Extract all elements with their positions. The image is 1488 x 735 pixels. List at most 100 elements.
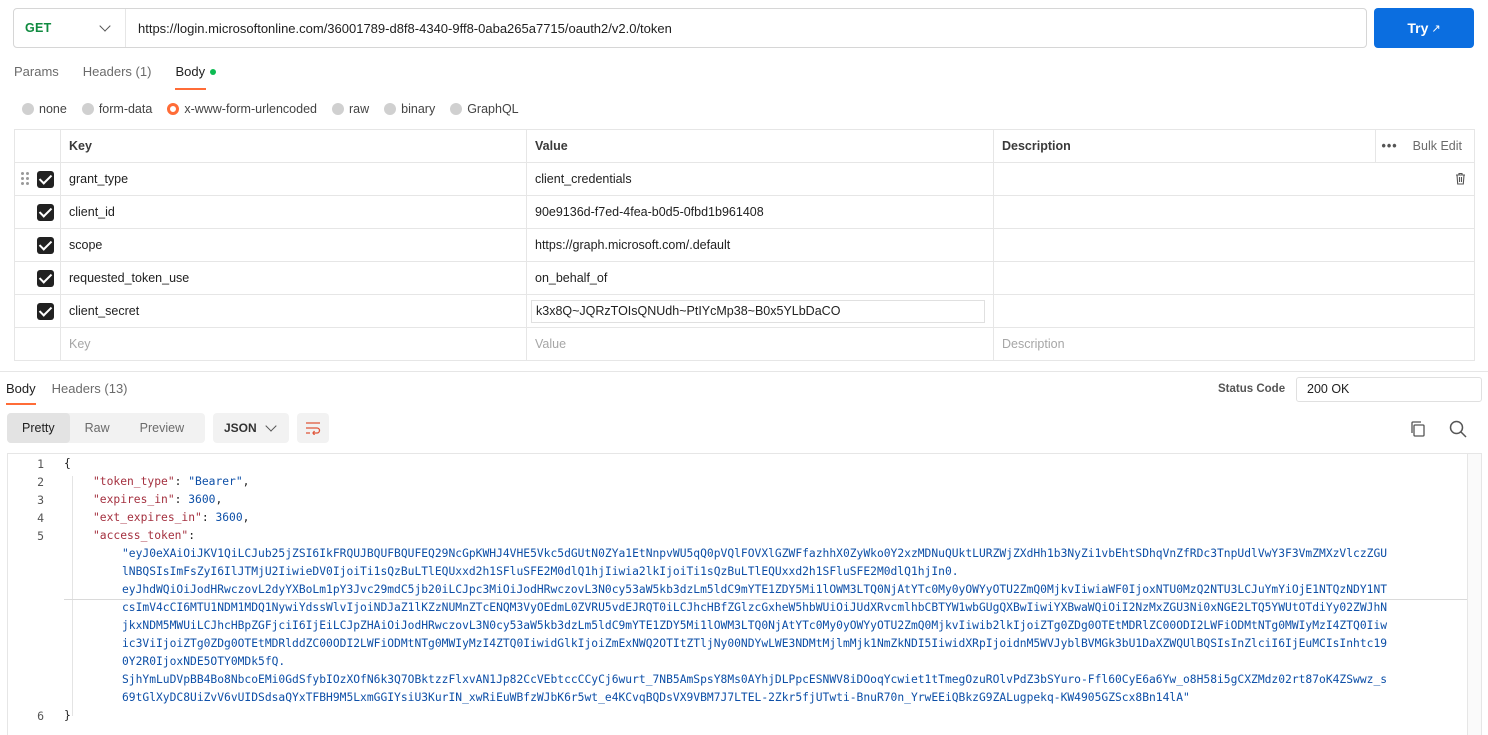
tab-body[interactable]: Body: [175, 64, 217, 90]
tab-params-label: Params: [14, 64, 59, 79]
radio-label: none: [39, 102, 67, 116]
row-description[interactable]: [993, 162, 1475, 196]
line-number: 5: [37, 529, 44, 543]
view-preview[interactable]: Preview: [125, 413, 199, 443]
trash-icon[interactable]: [1455, 172, 1466, 185]
chevron-down-icon: [99, 20, 111, 32]
table-row: scope https://graph.microsoft.com/.defau…: [14, 228, 1475, 262]
drag-handle-icon[interactable]: [21, 172, 29, 186]
new-key-input[interactable]: Key: [60, 327, 527, 361]
response-tab-headers[interactable]: Headers (13): [52, 381, 128, 405]
response-tab-body[interactable]: Body: [6, 381, 36, 405]
header-key: Key: [60, 129, 527, 163]
header-description-cell: Description ••• Bulk Edit: [993, 129, 1475, 163]
json-value: 3600: [215, 511, 243, 524]
radio-x-www-form-urlencoded[interactable]: x-www-form-urlencoded: [167, 102, 317, 116]
response-view-selector: Pretty Raw Preview: [7, 413, 205, 443]
response-body-code[interactable]: 1 { 2 "token_type": "Bearer", 3 "expires…: [7, 453, 1482, 735]
radio-circle-icon: [81, 103, 94, 115]
row-key[interactable]: client_secret: [60, 294, 527, 328]
search-icon[interactable]: [1448, 419, 1468, 439]
row-value-input[interactable]: k3x8Q~JQRzTOIsQNUdh~PtIYcMp38~B0x5YLbDaC…: [531, 299, 985, 323]
row-key[interactable]: grant_type: [60, 162, 527, 196]
body-type-radios: none form-data x-www-form-urlencoded raw…: [22, 101, 519, 117]
radio-graphql[interactable]: GraphQL: [450, 102, 519, 116]
code-line: "token_type": "Bearer",: [93, 475, 250, 488]
row-checkbox[interactable]: [37, 204, 54, 221]
row-key[interactable]: scope: [60, 228, 527, 262]
status-code-label: Status Code: [1218, 383, 1286, 395]
row-checkbox[interactable]: [37, 237, 54, 254]
code-line: "ext_expires_in": 3600,: [93, 511, 250, 524]
radio-form-data[interactable]: form-data: [81, 102, 153, 116]
url-input[interactable]: [126, 9, 1366, 47]
header-value: Value: [526, 129, 994, 163]
code-line: }: [64, 709, 71, 722]
table-row-new: Key Value Description: [14, 327, 1475, 361]
row-value[interactable]: on_behalf_of: [526, 261, 994, 295]
table-header-row: Key Value Description ••• Bulk Edit: [14, 129, 1475, 163]
token-line: lNBQSIsImFsZyI6IlJTMjU2IiwieDV0IjoiTi1sQ…: [122, 565, 959, 578]
json-key: "expires_in": [93, 493, 175, 506]
request-url-bar: GET: [13, 8, 1367, 48]
try-button[interactable]: Try ↗: [1374, 8, 1474, 48]
line-number: 2: [37, 475, 44, 489]
code-scrollbar[interactable]: [1467, 454, 1481, 735]
code-line: "expires_in": 3600,: [93, 493, 223, 506]
method-selector[interactable]: GET: [14, 9, 126, 47]
response-tab-body-label: Body: [6, 381, 36, 396]
body-params-table: Key Value Description ••• Bulk Edit gran…: [14, 129, 1475, 361]
json-value: 3600: [188, 493, 216, 506]
view-pretty[interactable]: Pretty: [7, 413, 70, 443]
row-description[interactable]: [993, 294, 1475, 328]
external-arrow-icon: ↗: [1431, 22, 1441, 35]
row-checkbox-cell: [14, 162, 61, 196]
row-value[interactable]: https://graph.microsoft.com/.default: [526, 228, 994, 262]
row-checkbox-cell: [14, 294, 61, 328]
radio-circle-icon: [384, 103, 397, 115]
radio-selected-icon: [167, 103, 180, 115]
radio-label: x-www-form-urlencoded: [184, 102, 317, 116]
response-tab-headers-label: Headers (13): [51, 381, 128, 396]
radio-raw[interactable]: raw: [332, 102, 369, 116]
row-checkbox-cell: [14, 195, 61, 229]
line-number: 3: [37, 493, 44, 507]
row-checkbox[interactable]: [37, 303, 54, 320]
tab-headers-label: Headers (1): [82, 64, 152, 79]
line-number: 4: [37, 511, 44, 525]
section-divider: [0, 371, 1488, 372]
row-description[interactable]: [993, 228, 1475, 262]
row-checkbox-cell: [14, 228, 61, 262]
row-value[interactable]: client_credentials: [526, 162, 994, 196]
more-options-icon[interactable]: •••: [1382, 139, 1398, 153]
row-description[interactable]: [993, 195, 1475, 229]
row-checkbox[interactable]: [37, 270, 54, 287]
json-value: "Bearer": [188, 475, 243, 488]
indent-guide: [72, 476, 73, 716]
radio-label: raw: [349, 102, 370, 116]
cursor-line: [64, 599, 1467, 600]
radio-none[interactable]: none: [22, 102, 67, 116]
tab-headers[interactable]: Headers (1): [83, 64, 152, 90]
radio-binary[interactable]: binary: [384, 102, 435, 116]
wrap-lines-button[interactable]: [297, 413, 329, 443]
row-key[interactable]: requested_token_use: [60, 261, 527, 295]
new-description-input[interactable]: Description: [993, 327, 1475, 361]
row-checkbox[interactable]: [37, 171, 54, 188]
row-description[interactable]: [993, 261, 1475, 295]
table-row: grant_type client_credentials: [14, 162, 1475, 196]
header-description: Description: [1002, 139, 1071, 153]
row-checkbox-cell: [14, 327, 61, 361]
format-dropdown[interactable]: JSON: [213, 413, 289, 443]
method-label: GET: [25, 21, 52, 35]
row-value[interactable]: 90e9136d-f7ed-4fea-b0d5-0fbd1b961408: [526, 195, 994, 229]
row-key[interactable]: client_id: [60, 195, 527, 229]
code-line: {: [64, 457, 71, 470]
copy-icon[interactable]: [1409, 420, 1427, 438]
radio-label: form-data: [98, 102, 153, 116]
bulk-edit-button[interactable]: Bulk Edit: [1413, 139, 1462, 153]
view-raw[interactable]: Raw: [70, 413, 125, 443]
tab-params[interactable]: Params: [14, 64, 59, 90]
radio-circle-icon: [450, 103, 463, 115]
new-value-input[interactable]: Value: [526, 327, 994, 361]
